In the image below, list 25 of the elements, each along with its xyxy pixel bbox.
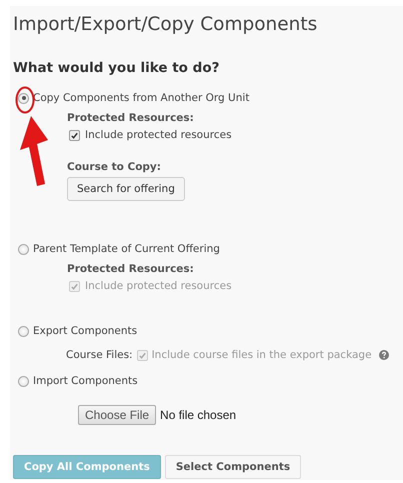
- option-label: Export Components: [33, 325, 138, 337]
- option-label: Copy Components from Another Org Unit: [33, 92, 250, 104]
- radio-button[interactable]: [18, 376, 29, 386]
- field-heading: Protected Resources:: [67, 112, 195, 124]
- file-status: No file chosen: [160, 408, 236, 422]
- search-button[interactable]: Search for offering: [67, 177, 185, 201]
- checkbox-label: Include course files in the export package: [152, 349, 372, 361]
- checkbox-label: Include protected resources: [85, 129, 232, 141]
- choose-file-button[interactable]: Choose File: [78, 405, 156, 425]
- section-heading: What would you like to do?: [13, 60, 220, 76]
- action-button[interactable]: Select Components: [164, 455, 302, 479]
- help-icon[interactable]: [378, 350, 389, 360]
- page-title: Import/Export/Copy Components: [13, 13, 318, 37]
- radio-button[interactable]: [18, 92, 29, 104]
- field-heading: Protected Resources:: [67, 263, 195, 275]
- annotation-ellipse: [15, 86, 35, 114]
- option-label: Parent Template of Current Offering: [33, 243, 220, 255]
- checkbox[interactable]: [69, 130, 80, 140]
- field-label: Course Files:: [66, 349, 133, 361]
- field-heading: Course to Copy:: [67, 161, 162, 173]
- radio-button[interactable]: [18, 244, 29, 254]
- option-label: Import Components: [33, 375, 138, 387]
- radio-button[interactable]: [18, 326, 29, 336]
- annotation-arrow: [20, 116, 48, 186]
- checkbox-label: Include protected resources: [85, 280, 232, 292]
